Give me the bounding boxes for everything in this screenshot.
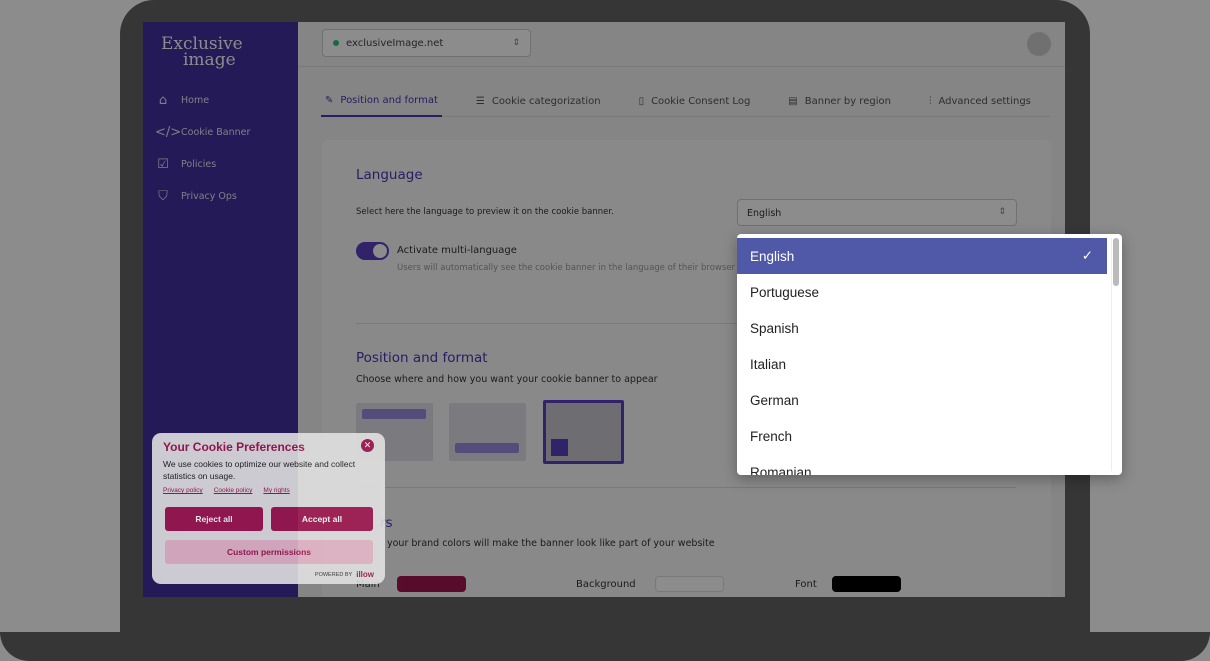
dropdown-option-italian[interactable]: Italian: [737, 346, 1107, 382]
sidebar-item-policies[interactable]: ☑ Policies: [155, 148, 250, 180]
accept-all-button[interactable]: Accept all: [271, 507, 373, 531]
privacy-policy-link[interactable]: Privacy policy: [163, 487, 203, 494]
status-dot-icon: [333, 40, 339, 46]
position-option-corner[interactable]: [543, 400, 624, 464]
language-title: Language: [356, 167, 423, 183]
main-color-swatch[interactable]: [397, 576, 466, 592]
sidebar-item-cookie-banner[interactable]: </> Cookie Banner: [155, 116, 250, 148]
clipboard-check-icon: ☑: [157, 156, 169, 172]
sidebar-item-label: Home: [181, 94, 210, 106]
font-color-label: Font: [795, 579, 817, 590]
position-option-bottom[interactable]: [449, 403, 526, 461]
home-icon: ⌂: [158, 92, 168, 108]
check-icon: ✓: [1081, 248, 1093, 263]
font-color-swatch[interactable]: [832, 576, 901, 592]
dropdown-option-portuguese[interactable]: Portuguese: [737, 274, 1107, 310]
sidebar-item-privacy-ops[interactable]: ⛉ Privacy Ops: [155, 180, 250, 212]
dropdown-option-german[interactable]: German: [737, 382, 1107, 418]
background-color-swatch[interactable]: [655, 576, 724, 592]
toggle-label: Activate multi-language: [397, 245, 517, 256]
dropdown-option-romanian[interactable]: Romanian: [737, 454, 1107, 476]
avatar[interactable]: [1027, 32, 1051, 56]
divider: [356, 487, 1016, 488]
reject-all-button[interactable]: Reject all: [165, 507, 263, 531]
cookie-policy-link[interactable]: Cookie policy: [214, 487, 253, 494]
dropdown-option-english[interactable]: English ✓: [737, 238, 1107, 274]
position-desc: Choose where and how you want your cooki…: [356, 374, 658, 385]
code-icon: </>: [155, 124, 182, 140]
chevron-updown-icon: ⇕: [998, 207, 1006, 217]
layout-icon: ▤: [788, 95, 798, 107]
sliders-icon: ⫶: [928, 95, 932, 107]
colors-desc: your brand colors will make the banner l…: [387, 538, 715, 549]
list-icon: ☰: [475, 95, 485, 107]
tab-label: Cookie Consent Log: [651, 95, 751, 107]
tab-cookie-categorization[interactable]: ☰ Cookie categorization: [472, 85, 605, 117]
language-select[interactable]: English ⇕: [737, 199, 1017, 226]
toggle-desc: Users will automatically see the cookie …: [397, 263, 736, 273]
chevron-updown-icon: ⇕: [512, 38, 520, 48]
logo: Exclusive image: [161, 36, 243, 70]
sidebar-item-home[interactable]: ⌂ Home: [155, 84, 250, 116]
tab-banner-region[interactable]: ▤ Banner by region: [784, 85, 895, 117]
language-dropdown: English ✓ Portuguese Spanish Italian Germ…: [737, 234, 1122, 475]
popup-title: Your Cookie Preferences: [163, 440, 305, 454]
language-select-value: English: [747, 208, 782, 219]
dropdown-option-french[interactable]: French: [737, 418, 1107, 454]
sidebar-item-label: Cookie Banner: [181, 126, 251, 138]
sidebar-item-label: Policies: [181, 158, 217, 170]
scrollbar-thumb[interactable]: [1113, 238, 1119, 286]
my-rights-link[interactable]: My rights: [263, 487, 289, 494]
illow-logo: illow: [356, 570, 374, 579]
logo-line2: image: [183, 50, 236, 70]
powered-by: POWERED BY illow: [315, 570, 374, 579]
laptop-base: [0, 632, 1210, 661]
tab-label: Cookie categorization: [491, 95, 601, 107]
language-desc: Select here the language to preview it o…: [356, 207, 614, 217]
dropdown-option-spanish[interactable]: Spanish: [737, 310, 1107, 346]
powered-label: POWERED BY: [314, 571, 353, 578]
position-title: Position and format: [356, 350, 488, 366]
tab-consent-log[interactable]: ▯ Cookie Consent Log: [635, 85, 755, 117]
multi-language-toggle[interactable]: [356, 242, 389, 260]
document-icon: ▯: [638, 95, 645, 107]
edit-icon: ✎: [325, 94, 334, 106]
tab-label: Position and format: [340, 94, 438, 106]
popup-message: We use cookies to optimize our website a…: [163, 459, 356, 481]
header: exclusiveImage.net ⇕: [298, 22, 1065, 67]
tab-position-format[interactable]: ✎ Position and format: [321, 85, 442, 117]
tab-advanced-settings[interactable]: ⫶ Advanced settings: [925, 85, 1035, 117]
option-label: English: [750, 248, 795, 264]
sidebar-item-label: Privacy Ops: [181, 190, 237, 202]
shield-check-icon: ⛉: [158, 188, 168, 204]
site-selector[interactable]: exclusiveImage.net ⇕: [322, 29, 531, 57]
cookie-banner-preview: Your Cookie Preferences ✕ We use cookies…: [152, 433, 385, 584]
custom-permissions-button[interactable]: Custom permissions: [165, 540, 373, 564]
dropdown-scrollbar[interactable]: [1111, 238, 1119, 471]
tab-label: Banner by region: [804, 95, 891, 107]
close-icon[interactable]: ✕: [361, 439, 374, 452]
site-name: exclusiveImage.net: [346, 37, 444, 49]
tabs: ✎ Position and format ☰ Cookie categorizat…: [321, 85, 1051, 117]
background-color-label: Background: [576, 579, 636, 590]
tab-label: Advanced settings: [938, 95, 1031, 107]
